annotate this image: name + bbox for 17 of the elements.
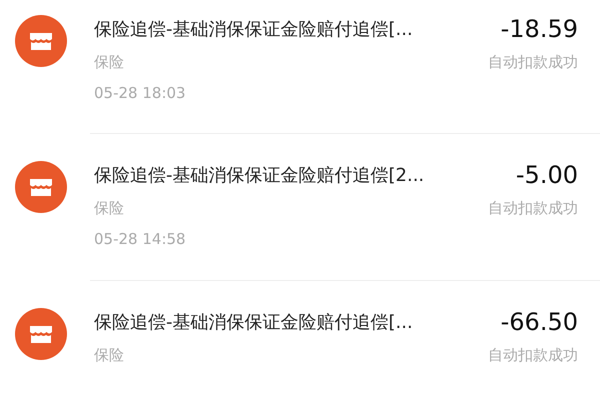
transaction-title: 保险追偿-基础消保保证金险赔付追偿[2... xyxy=(94,164,424,187)
transaction-amount: -66.50 xyxy=(500,308,578,336)
transaction-status: 自动扣款成功 xyxy=(488,199,578,218)
transaction-category: 保险 xyxy=(94,346,124,365)
transaction-title: 保险追偿-基础消保保证金险赔付追偿[... xyxy=(94,18,413,41)
transaction-category: 保险 xyxy=(94,199,124,218)
transaction-status: 自动扣款成功 xyxy=(488,346,578,365)
store-icon xyxy=(15,161,67,213)
store-icon xyxy=(15,308,67,360)
transaction-amount: -5.00 xyxy=(516,161,578,189)
transaction-status: 自动扣款成功 xyxy=(488,53,578,72)
transaction-amount: -18.59 xyxy=(500,15,578,43)
transaction-title: 保险追偿-基础消保保证金险赔付追偿[... xyxy=(94,311,413,334)
transaction-time: 05-28 14:58 xyxy=(94,230,187,248)
transaction-category: 保险 xyxy=(94,53,124,72)
store-icon xyxy=(15,15,67,67)
transaction-time: 05-28 18:03 xyxy=(94,84,187,102)
